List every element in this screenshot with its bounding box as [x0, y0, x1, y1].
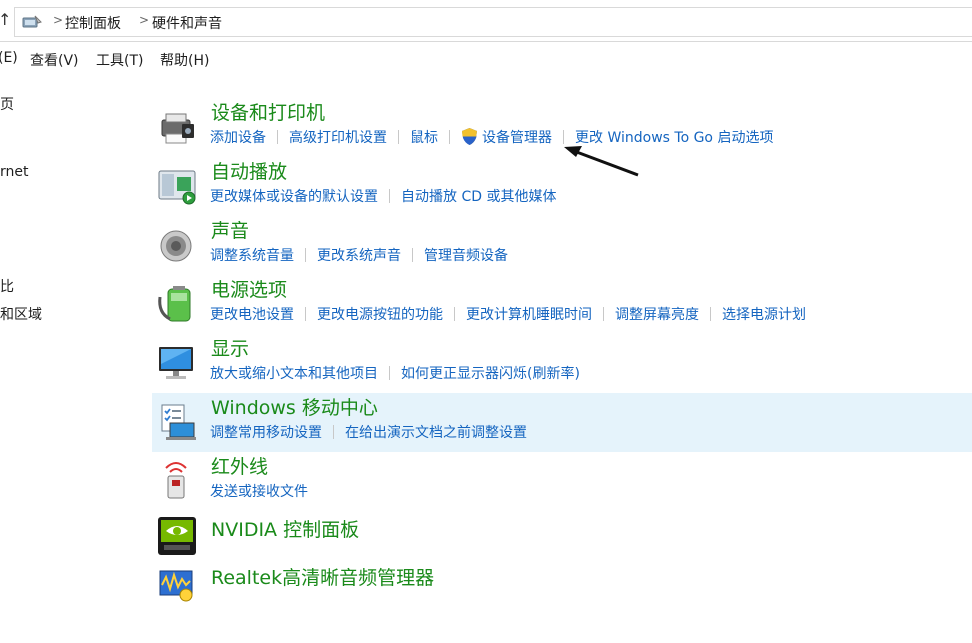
- link-adjust-volume[interactable]: 调整系统音量: [210, 245, 294, 265]
- link-advanced-printer-settings[interactable]: 高级打印机设置: [289, 127, 387, 147]
- category-title[interactable]: 红外线: [211, 452, 268, 479]
- menu-edit[interactable]: (E): [0, 50, 18, 66]
- link-change-sounds[interactable]: 更改系统声音: [317, 245, 401, 265]
- divider: [710, 307, 711, 321]
- category-title[interactable]: 自动播放: [211, 157, 287, 184]
- category-links: 发送或接收文件: [210, 481, 308, 501]
- link-change-battery-settings[interactable]: 更改电池设置: [210, 304, 294, 324]
- link-refresh-rate[interactable]: 如何更正显示器闪烁(刷新率): [401, 363, 580, 383]
- address-bar: ↑ > 控制面板 > 硬件和声音: [0, 0, 972, 42]
- autoplay-icon: [158, 170, 196, 205]
- category-sound: 声音 调整系统音量 更改系统声音 管理音频设备: [152, 216, 972, 275]
- category-power-options: 电源选项 更改电池设置 更改电源按钮的功能 更改计算机睡眠时间 调整屏幕亮度 选择电源计…: [152, 275, 972, 334]
- menu-help[interactable]: 帮助(H): [160, 50, 209, 70]
- link-choose-power-plan[interactable]: 选择电源计划: [722, 304, 806, 324]
- divider: [454, 307, 455, 321]
- category-links: 放大或缩小文本和其他项目 如何更正显示器闪烁(刷新率): [210, 363, 580, 383]
- infrared-icon: [165, 462, 187, 499]
- category-mobility-center: Windows 移动中心 调整常用移动设置 在给出演示文档之前调整设置: [152, 393, 972, 452]
- category-realtek: Realtek高清晰音频管理器: [152, 563, 972, 622]
- divider: [398, 130, 399, 144]
- category-title[interactable]: 显示: [211, 334, 249, 361]
- link-change-media-defaults[interactable]: 更改媒体或设备的默认设置: [210, 186, 378, 206]
- link-add-device[interactable]: 添加设备: [210, 127, 266, 147]
- link-autoplay-cd[interactable]: 自动播放 CD 或其他媒体: [401, 186, 556, 206]
- category-title[interactable]: 电源选项: [211, 275, 287, 302]
- chevron-right-icon: >: [53, 13, 64, 27]
- left-pane-item[interactable]: 页: [0, 94, 14, 114]
- category-links: 调整常用移动设置 在给出演示文档之前调整设置: [210, 422, 527, 442]
- category-display: 显示 放大或缩小文本和其他项目 如何更正显示器闪烁(刷新率): [152, 334, 972, 393]
- category-title[interactable]: Windows 移动中心: [211, 393, 378, 420]
- category-links: 更改电池设置 更改电源按钮的功能 更改计算机睡眠时间 调整屏幕亮度 选择电源计划: [210, 304, 806, 324]
- divider: [449, 130, 450, 144]
- category-title[interactable]: 声音: [211, 216, 249, 243]
- left-pane-item[interactable]: rnet: [0, 164, 29, 180]
- link-presentation-settings[interactable]: 在给出演示文档之前调整设置: [345, 422, 527, 442]
- divider: [305, 307, 306, 321]
- divider: [389, 189, 390, 203]
- category-title[interactable]: Realtek高清晰音频管理器: [211, 563, 434, 590]
- address-box[interactable]: > 控制面板 > 硬件和声音: [14, 7, 972, 37]
- link-device-manager[interactable]: 设备管理器: [482, 127, 552, 147]
- link-power-button-function[interactable]: 更改电源按钮的功能: [317, 304, 443, 324]
- divider: [277, 130, 278, 144]
- menu-view[interactable]: 查看(V): [30, 50, 79, 70]
- nvidia-icon: [158, 517, 196, 555]
- control-panel-icon: [22, 15, 42, 28]
- divider: [305, 248, 306, 262]
- link-mouse[interactable]: 鼠标: [410, 127, 438, 147]
- mobility-center-icon: [161, 404, 196, 440]
- divider: [603, 307, 604, 321]
- category-title[interactable]: NVIDIA 控制面板: [211, 515, 359, 542]
- category-links: 添加设备 高级打印机设置 鼠标 设备管理器 更改 Windows To Go 启动选项: [210, 127, 773, 147]
- category-links: 更改媒体或设备的默认设置 自动播放 CD 或其他媒体: [210, 186, 556, 206]
- link-mobility-settings[interactable]: 调整常用移动设置: [210, 422, 322, 442]
- category-infrared: 红外线 发送或接收文件: [152, 452, 972, 511]
- link-sleep-time[interactable]: 更改计算机睡眠时间: [466, 304, 592, 324]
- menu-tools[interactable]: 工具(T): [96, 50, 143, 70]
- link-text-size[interactable]: 放大或缩小文本和其他项目: [210, 363, 378, 383]
- divider: [412, 248, 413, 262]
- realtek-audio-icon: [159, 570, 193, 602]
- divider: [389, 366, 390, 380]
- monitor-icon: [159, 347, 193, 379]
- category-links: 调整系统音量 更改系统声音 管理音频设备: [210, 245, 508, 265]
- printer-icon: [161, 113, 194, 144]
- breadcrumb-control-panel[interactable]: 控制面板: [65, 13, 121, 33]
- menu-bar: (E) 查看(V) 工具(T) 帮助(H): [0, 46, 400, 72]
- up-arrow-icon[interactable]: ↑: [0, 10, 11, 29]
- breadcrumb-hardware-sound[interactable]: 硬件和声音: [152, 13, 222, 33]
- speaker-icon: [160, 230, 192, 262]
- battery-icon: [158, 286, 191, 322]
- category-autoplay: 自动播放 更改媒体或设备的默认设置 自动播放 CD 或其他媒体: [152, 157, 972, 216]
- link-manage-audio-devices[interactable]: 管理音频设备: [424, 245, 508, 265]
- chevron-right-icon: >: [139, 13, 150, 27]
- left-pane-item[interactable]: 和区域: [0, 304, 42, 324]
- divider: [333, 425, 334, 439]
- category-title[interactable]: 设备和打印机: [211, 98, 325, 125]
- left-pane-item[interactable]: 比: [0, 276, 14, 296]
- link-send-receive-files[interactable]: 发送或接收文件: [210, 481, 308, 501]
- uac-shield-icon: [462, 128, 477, 145]
- link-screen-brightness[interactable]: 调整屏幕亮度: [615, 304, 699, 324]
